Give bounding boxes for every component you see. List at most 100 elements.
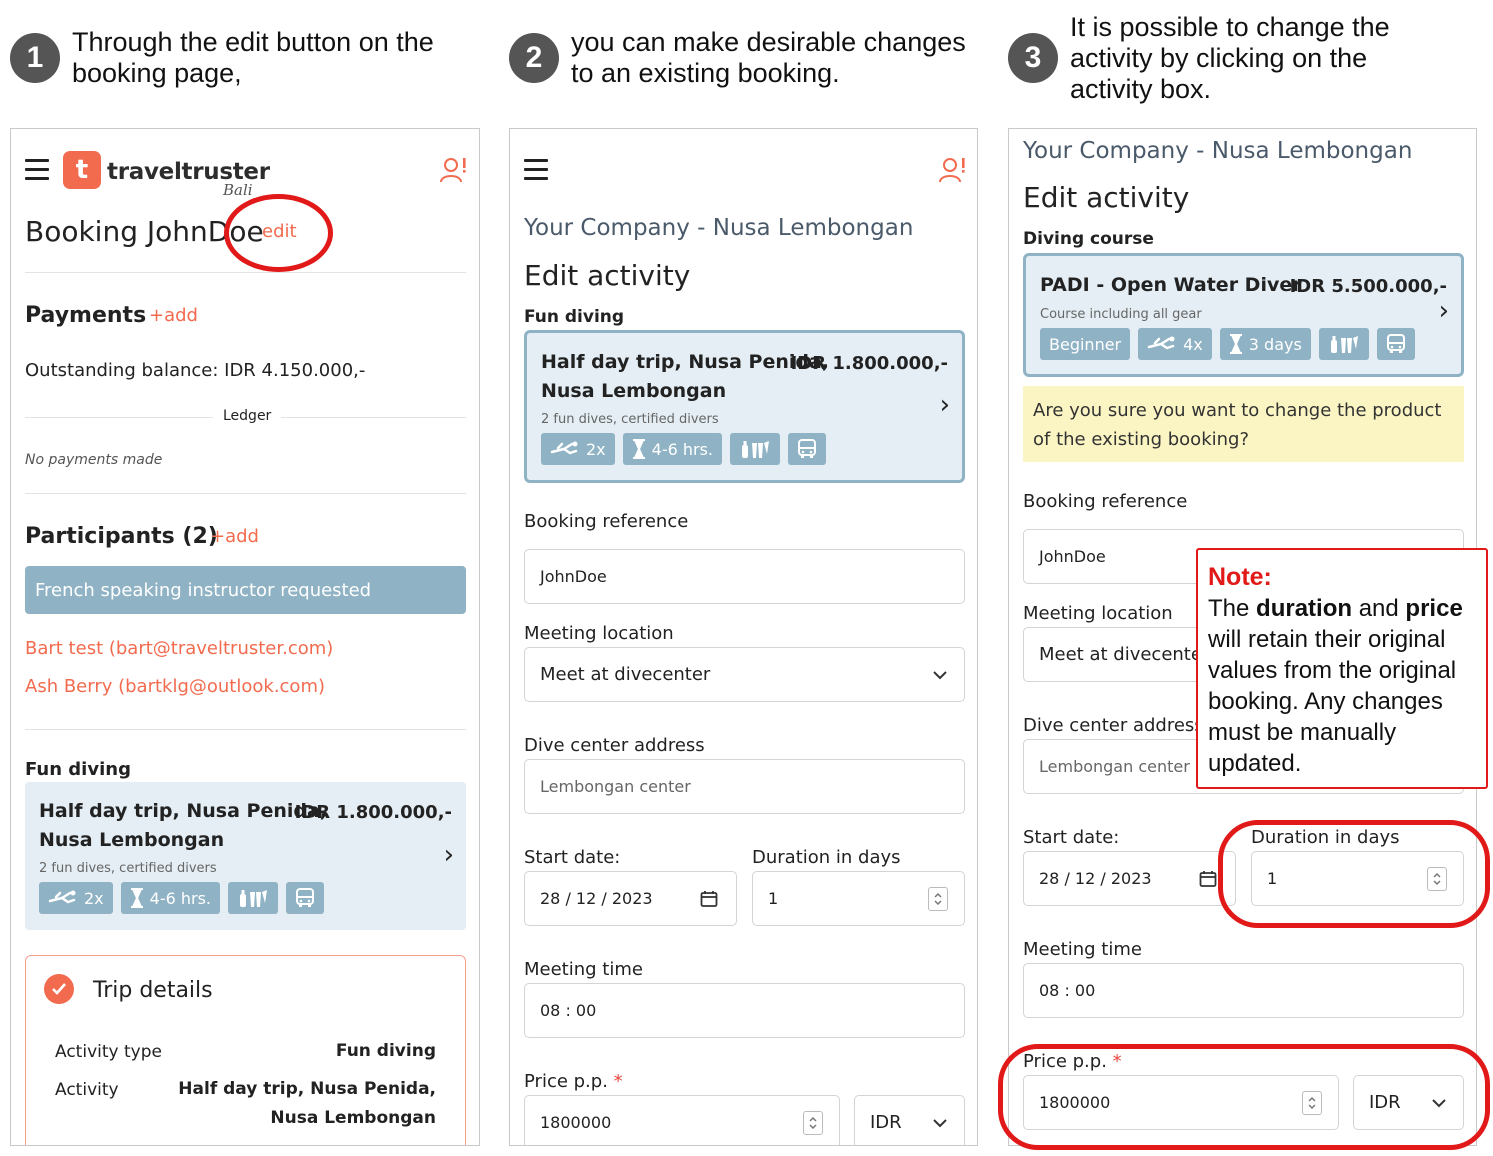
step-3-number: 3	[1008, 33, 1058, 83]
diver-icon	[550, 441, 578, 455]
dives-badge: 2x	[39, 882, 113, 914]
transport-badge	[788, 433, 827, 465]
meeting-time-input[interactable]: 08 : 00	[1023, 963, 1464, 1018]
activity-badges: Beginner 4x 3 days	[1040, 328, 1415, 360]
user-alert-icon[interactable]	[938, 155, 968, 185]
trip-details-title: Trip details	[93, 978, 213, 1003]
start-date-label: Start date:	[1023, 827, 1120, 848]
meeting-time-input[interactable]: 08 : 00	[524, 983, 965, 1038]
logo-subtitle: Bali	[223, 181, 253, 199]
meeting-location-label: Meeting location	[1023, 603, 1173, 624]
no-payments-note: No payments made	[25, 452, 163, 468]
gear-icon	[240, 890, 268, 907]
menu-icon[interactable]	[524, 159, 548, 186]
dive-center-input[interactable]: Lembongan center	[524, 759, 965, 814]
price-input[interactable]: 1800000	[524, 1095, 840, 1145]
dives-badge: 4x	[1138, 328, 1212, 360]
booking-title: Booking JohnDoe	[25, 215, 264, 248]
bus-icon	[296, 888, 315, 907]
currency-select[interactable]: IDR	[1353, 1075, 1464, 1130]
edit-link[interactable]: edit	[262, 221, 297, 242]
activity-badges: 2x 4-6 hrs.	[39, 882, 325, 914]
participant-item[interactable]: Ash Berry (bartklg@outlook.com)	[25, 676, 325, 697]
price-label: Price p.p. *	[1023, 1051, 1122, 1072]
spinner-icon[interactable]	[1302, 1090, 1322, 1115]
note-callout: Note: The duration and price will retain…	[1196, 548, 1488, 789]
participant-item[interactable]: Bart test (bart@traveltruster.com)	[25, 638, 333, 659]
user-alert-icon[interactable]	[439, 155, 469, 185]
step-1-number: 1	[10, 33, 60, 83]
add-participant-link[interactable]: +add	[210, 526, 259, 547]
price-input[interactable]: 1800000	[1023, 1075, 1339, 1130]
calendar-icon	[1199, 870, 1217, 887]
chevron-right-icon[interactable]: ›	[1439, 296, 1449, 326]
divider	[25, 272, 466, 273]
activity-value: Half day trip, Nusa Penida, Nusa Lembonga…	[178, 1079, 436, 1128]
duration-badge: 4-6 hrs.	[120, 882, 221, 914]
hourglass-icon	[632, 439, 645, 459]
meeting-location-select[interactable]: Meet at divecenter	[524, 647, 965, 702]
step-2-text: you can make desirable changes to an exi…	[571, 27, 966, 88]
booking-reference-label: Booking reference	[524, 511, 689, 532]
diver-icon	[48, 890, 76, 904]
chevron-down-icon	[933, 1118, 947, 1127]
note-title: Note:	[1208, 563, 1272, 591]
chevron-right-icon[interactable]: ›	[444, 840, 454, 870]
activity-card[interactable]: PADI - Open Water Diver IDR 5.500.000,- …	[1023, 253, 1464, 377]
level-badge: Beginner	[1040, 328, 1131, 360]
duration-badge: 3 days	[1219, 328, 1311, 360]
activity-card[interactable]: Half day trip, Nusa Penida, Nusa Lembonga…	[25, 782, 466, 930]
dives-badge: 2x	[541, 433, 615, 465]
activity-name: Half day trip, Nusa Penida, Nusa Lembonga…	[541, 351, 830, 402]
bus-icon	[798, 439, 817, 458]
gear-badge	[1318, 328, 1369, 360]
duration-input[interactable]: 1	[1251, 851, 1464, 906]
spinner-icon[interactable]	[928, 886, 948, 911]
change-product-warning: Are you sure you want to change the prod…	[1023, 386, 1464, 462]
booking-reference-label: Booking reference	[1023, 491, 1188, 512]
activity-type-key: Activity type	[55, 1042, 162, 1062]
duration-input[interactable]: 1	[752, 871, 965, 926]
start-date-input[interactable]: 28 / 12 / 2023	[1023, 851, 1236, 906]
chevron-down-icon	[1432, 1098, 1446, 1107]
currency-select[interactable]: IDR	[854, 1095, 965, 1145]
trip-details-box: Trip details Activity type Fun diving Ac…	[25, 955, 466, 1145]
logo-icon: t	[63, 151, 101, 189]
activity-description: 2 fun dives, certified divers	[541, 412, 719, 427]
menu-icon[interactable]	[25, 159, 49, 186]
dive-center-label: Dive center address	[1023, 715, 1204, 736]
booking-reference-input[interactable]: JohnDoe	[524, 549, 965, 604]
dive-center-label: Dive center address	[524, 735, 705, 756]
chevron-down-icon	[933, 670, 947, 679]
start-date-label: Start date:	[524, 847, 621, 868]
meeting-location-label: Meeting location	[524, 623, 674, 644]
gear-badge	[228, 882, 279, 914]
booking-page-panel: t traveltruster Bali Booking JohnDoe edi…	[10, 128, 480, 1146]
activity-key: Activity	[55, 1080, 119, 1100]
activity-category: Diving course	[1023, 229, 1154, 249]
activity-price: IDR 1.800.000,-	[790, 353, 948, 374]
participants-heading: Participants (2)	[25, 524, 218, 549]
spinner-icon[interactable]	[1427, 866, 1447, 891]
divider	[25, 493, 466, 494]
hourglass-icon	[1229, 334, 1242, 354]
page-title: Edit activity	[524, 259, 691, 292]
outstanding-balance: Outstanding balance: IDR 4.150.000,-	[25, 360, 366, 381]
step-1-text: Through the edit button on the booking p…	[72, 27, 434, 88]
calendar-icon	[700, 890, 718, 907]
activity-price: IDR 1.800.000,-	[294, 802, 452, 823]
activity-card[interactable]: Half day trip, Nusa Penida, Nusa Lembonga…	[524, 330, 965, 483]
start-date-input[interactable]: 28 / 12 / 2023	[524, 871, 737, 926]
meeting-time-label: Meeting time	[1023, 939, 1142, 960]
gear-icon	[742, 441, 770, 458]
activity-name: PADI - Open Water Diver	[1040, 274, 1302, 296]
duration-label: Duration in days	[1251, 827, 1400, 848]
spinner-icon[interactable]	[803, 1110, 823, 1135]
meeting-time-label: Meeting time	[524, 959, 643, 980]
step-3-text: It is possible to change the activity by…	[1070, 12, 1390, 104]
chevron-right-icon[interactable]: ›	[940, 390, 950, 420]
step-2-number: 2	[509, 33, 559, 83]
activity-description: 2 fun dives, certified divers	[39, 861, 217, 876]
add-payment-link[interactable]: +add	[149, 305, 198, 326]
edit-activity-panel: Your Company - Nusa Lembongan Edit activ…	[509, 128, 978, 1146]
